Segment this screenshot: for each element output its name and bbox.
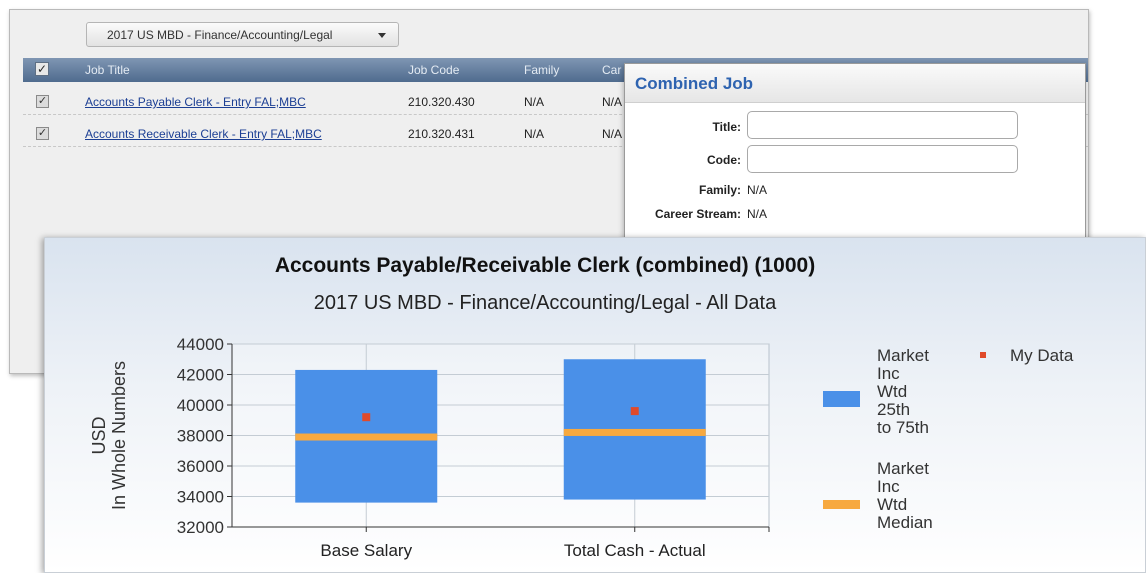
job-code-cell: 210.320.430 <box>408 95 475 109</box>
legend-median-line: Wtd <box>877 495 908 514</box>
y-tick-label: 40000 <box>177 396 224 415</box>
legend-median-swatch <box>823 500 860 509</box>
family-cell: N/A <box>524 127 545 141</box>
row-checkbox[interactable]: ✓ <box>36 127 49 140</box>
legend-range-line: 25th <box>877 400 911 419</box>
select-all-checkbox[interactable]: ✓ <box>35 62 49 76</box>
legend-range-line: Inc <box>877 364 900 383</box>
chart-window: Accounts Payable/Receivable Clerk (combi… <box>44 237 1146 573</box>
y-tick-label: 34000 <box>177 488 224 507</box>
job-title-link[interactable]: Accounts Receivable Clerk - Entry FAL;MB… <box>85 127 322 141</box>
median-bar <box>563 428 706 436</box>
family-cell: N/A <box>524 95 545 109</box>
median-bar <box>295 433 438 441</box>
job-code-cell: 210.320.431 <box>408 127 475 141</box>
my-data-point <box>362 413 371 422</box>
y-tick-label: 32000 <box>177 518 224 537</box>
column-header-job-code[interactable]: Job Code <box>408 63 459 77</box>
chevron-down-icon[interactable] <box>378 33 386 38</box>
legend-range-swatch <box>823 391 860 407</box>
y-tick-label: 38000 <box>177 427 224 446</box>
code-label: Code: <box>707 153 741 167</box>
legend-range-label: Market Inc Wtd 25th to 75th <box>877 347 929 437</box>
career-cell: N/A <box>602 127 623 141</box>
career-stream-value: N/A <box>747 207 768 221</box>
column-header-job-title[interactable]: Job Title <box>85 63 130 77</box>
column-header-career[interactable]: Car <box>602 63 621 77</box>
legend-mydata-swatch <box>980 352 986 358</box>
legend-median-line: Inc <box>877 477 900 496</box>
y-axis-title: USD <box>89 416 109 454</box>
panel-title: Combined Job <box>625 64 1085 103</box>
legend-median-line: Market <box>877 459 929 478</box>
title-input[interactable] <box>747 111 1018 139</box>
legend-mydata-label: My Data <box>1010 346 1074 365</box>
legend-median-line: Median <box>877 513 933 532</box>
code-input[interactable] <box>747 145 1018 173</box>
dataset-dropdown[interactable]: 2017 US MBD - Finance/Accounting/Legal <box>86 22 399 47</box>
family-value: N/A <box>747 183 768 197</box>
column-header-family[interactable]: Family <box>524 63 559 77</box>
y-tick-label: 44000 <box>177 335 224 354</box>
career-stream-label: Career Stream: <box>654 207 741 221</box>
legend-range-line: to 75th <box>877 418 929 437</box>
career-cell: N/A <box>602 95 623 109</box>
y-tick-label: 36000 <box>177 457 224 476</box>
legend-range-line: Market <box>877 346 929 365</box>
dataset-label: 2017 US MBD - Finance/Accounting/Legal <box>107 27 333 42</box>
legend-median-label: Market Inc Wtd Median <box>877 460 933 532</box>
combined-job-panel: Combined Job Title: Code: Family: N/A Ca… <box>624 63 1086 265</box>
job-title-link[interactable]: Accounts Payable Clerk - Entry FAL;MBC <box>85 95 306 109</box>
y-tick-label: 42000 <box>177 366 224 385</box>
x-tick-label: Base Salary <box>320 541 412 560</box>
chart-svg: 32000 34000 36000 38000 40000 42000 44000 Base … <box>89 335 986 560</box>
legend-range-line: Wtd <box>877 382 908 401</box>
my-data-point <box>630 407 639 416</box>
y-axis-subtitle: In Whole Numbers <box>109 361 129 510</box>
x-tick-label: Total Cash - Actual <box>564 541 706 560</box>
title-label: Title: <box>712 120 741 134</box>
family-label: Family: <box>698 183 741 197</box>
row-checkbox[interactable]: ✓ <box>36 95 49 108</box>
